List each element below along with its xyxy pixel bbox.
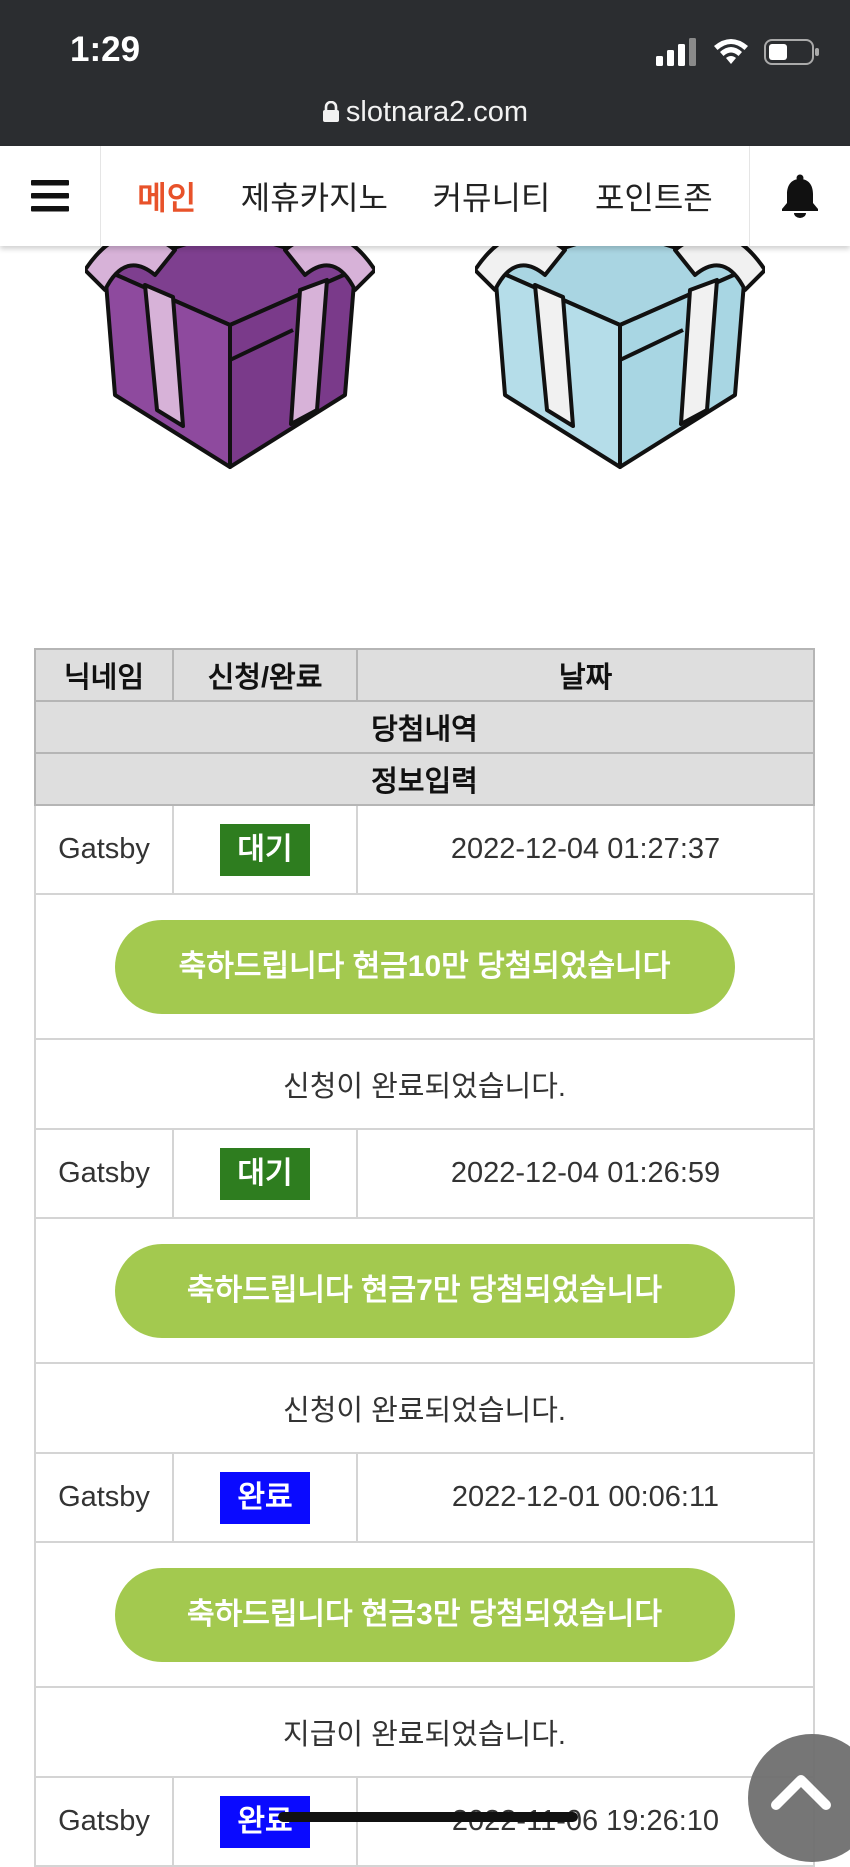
table-header-row: 닉네임 신청/완료 날짜 [34,648,815,702]
lock-icon [322,101,339,122]
wifi-icon [714,39,748,64]
table-row: Gatsby 대기 2022-12-04 01:26:59 [34,1128,815,1219]
prize-row: 축하드립니다 현금7만 당첨되었습니다 [34,1217,815,1364]
nickname-cell: Gatsby [34,1776,174,1867]
nickname-cell: Gatsby [34,804,174,895]
prize-row: 축하드립니다 현금3만 당첨되었습니다 [34,1541,815,1688]
table-subheader-row: 당첨내역 [34,700,815,754]
clock: 1:29 [70,30,141,69]
nav-item-community[interactable]: 커뮤니티 [433,173,551,219]
chevron-up-icon [771,1775,831,1810]
date-cell: 2022-12-04 01:27:37 [356,804,815,895]
gift-box-purple[interactable] [85,230,375,470]
table-subheader-row: 정보입력 [34,752,815,806]
hamburger-icon [31,180,69,212]
url-text: slotnara2.com [345,96,529,128]
prize-button[interactable]: 축하드립니다 현금10만 당첨되었습니다 [114,919,735,1014]
nav-item-point-zone[interactable]: 포인트존 [595,173,713,219]
gift-box-blue[interactable] [475,230,765,470]
system-icons [656,36,820,68]
prize-history-table: 닉네임 신청/완료 날짜 당첨내역 정보입력 Gatsby 대기 2022-12… [34,648,815,1867]
nav-menu: 메인 제휴카지노 커뮤니티 포인트존 [101,173,749,219]
message-row: 지급이 완료되었습니다. [34,1686,815,1778]
status-bar: 1:29 slotnara2.com [0,0,850,146]
header-prize-history: 당첨내역 [34,700,815,754]
nav-item-main[interactable]: 메인 [137,173,196,219]
status-message: 신청이 완료되었습니다. [34,1038,815,1130]
table-row: Gatsby 대기 2022-12-04 01:27:37 [34,804,815,895]
status-message: 신청이 완료되었습니다. [34,1362,815,1454]
prize-button[interactable]: 축하드립니다 현금3만 당첨되었습니다 [114,1567,735,1662]
message-row: 신청이 완료되었습니다. [34,1038,815,1130]
menu-button[interactable] [0,146,101,246]
nickname-cell: Gatsby [34,1452,174,1543]
bell-icon [782,174,818,218]
address-bar[interactable]: slotnara2.com [0,96,850,129]
status-badge: 대기 [220,823,310,876]
status-cell: 대기 [172,1128,358,1219]
status-cell: 대기 [172,804,358,895]
home-indicator [278,1812,578,1822]
nickname-cell: Gatsby [34,1128,174,1219]
battery-icon [764,39,819,65]
top-nav: 메인 제휴카지노 커뮤니티 포인트존 [0,146,850,246]
header-info-input: 정보입력 [34,752,815,806]
header-apply-complete: 신청/완료 [172,648,358,702]
status-badge: 완료 [220,1471,310,1524]
header-date: 날짜 [356,648,815,702]
notification-button[interactable] [749,146,850,246]
status-cell: 완료 [172,1452,358,1543]
header-nickname: 닉네임 [34,648,174,702]
message-row: 신청이 완료되었습니다. [34,1362,815,1454]
status-badge: 대기 [220,1147,310,1200]
date-cell: 2022-12-04 01:26:59 [356,1128,815,1219]
table-row: Gatsby 완료 2022-12-01 00:06:11 [34,1452,815,1543]
date-cell: 2022-12-01 00:06:11 [356,1452,815,1543]
prize-button[interactable]: 축하드립니다 현금7만 당첨되었습니다 [114,1243,735,1338]
signal-icon [656,38,696,66]
prize-row: 축하드립니다 현금10만 당첨되었습니다 [34,893,815,1040]
nav-item-partner-casino[interactable]: 제휴카지노 [241,173,388,219]
status-message: 지급이 완료되었습니다. [34,1686,815,1778]
